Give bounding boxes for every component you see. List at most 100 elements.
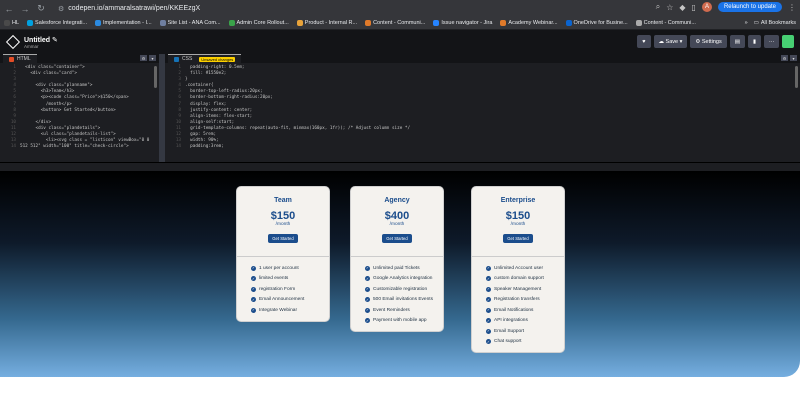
bookmark-item[interactable]: Academy Webinar...	[500, 20, 558, 26]
user-avatar[interactable]	[782, 35, 794, 48]
reload-icon[interactable]: ↻	[36, 3, 46, 14]
folder-icon: ▭	[753, 20, 759, 26]
css-code[interactable]: 1 padding-right: 0.5em; 2 fill: #1550e2; 3…	[165, 63, 800, 150]
bookmark-favicon-icon	[565, 20, 572, 26]
feature-item: ✓ 500 Email invitations Events	[365, 297, 433, 303]
heart-icon: ♥	[642, 38, 646, 45]
bookmark-item[interactable]: Implementation - I...	[95, 20, 152, 26]
tab-css[interactable]: CSS Unsaved changes	[168, 54, 242, 63]
code-text: width: 90%;	[185, 138, 219, 144]
bookmark-item[interactable]: Content - Communi...	[365, 20, 425, 26]
check-circle-icon: ✓	[365, 297, 370, 303]
menu-icon[interactable]: ⋮	[788, 3, 796, 12]
bookmark-favicon-icon	[296, 20, 303, 26]
bookmark-icon: ▮	[752, 38, 756, 45]
feature-list: ✓ Unlimited Account user ✓ custom domain su…	[472, 257, 564, 352]
feature-item: ✓ Speaker Management	[486, 286, 542, 292]
tab-html[interactable]: HTML	[3, 54, 37, 63]
plan-name: Team	[274, 197, 292, 204]
feature-item: ✓ Email Announcement	[251, 297, 305, 303]
layout-button[interactable]: ▤	[729, 35, 745, 48]
check-circle-icon: ✓	[486, 276, 491, 282]
feature-item: ✓ Email Support	[486, 328, 525, 334]
bookmark-favicon-icon	[500, 20, 507, 26]
more-button[interactable]: ⋯	[763, 35, 780, 48]
side-panel-icon[interactable]: ▯	[692, 3, 696, 12]
like-button[interactable]: ♥	[637, 35, 651, 48]
scrollbar[interactable]	[795, 66, 798, 88]
get-started-button[interactable]: Get Started	[382, 234, 412, 243]
more-bookmarks-button[interactable]: »	[745, 20, 748, 26]
feature-item: ✓ Chat support	[486, 339, 522, 345]
check-circle-icon: ✓	[365, 276, 370, 282]
forward-icon[interactable]: →	[20, 4, 30, 14]
bookmark-label: Product - Internal R...	[304, 20, 358, 26]
bookmarks-bar: HL Salesforce Integrati... Implementation …	[0, 17, 800, 30]
code-text: align-self:start;	[185, 119, 235, 125]
bookmark-favicon-icon	[4, 20, 10, 26]
pen-author[interactable]: Ammar	[24, 44, 58, 49]
code-text: <h3>Team</h3>	[20, 89, 75, 95]
extensions-icon[interactable]: ◆	[679, 3, 685, 12]
chevron-down-icon[interactable]: ▾	[790, 55, 797, 61]
editor-settings-icon[interactable]: ⚙	[781, 55, 788, 61]
bookmark-button[interactable]: ▮	[747, 35, 761, 48]
code-line[interactable]: 14 padding:3rem;	[167, 144, 800, 150]
bookmark-label: Content - Communi...	[373, 20, 426, 26]
star-icon[interactable]: ☆	[666, 3, 673, 12]
code-text: grid-template-columns: repeat(auto-fit, …	[185, 125, 411, 131]
bookmark-item[interactable]: OneDrive for Busine...	[565, 20, 628, 26]
code-line[interactable]: 14 512 512" width="100" title="check-circ…	[2, 144, 159, 150]
scrollbar[interactable]	[154, 66, 157, 88]
code-text: <div class="planname">	[20, 83, 93, 89]
bookmark-item[interactable]: HL	[4, 20, 19, 26]
bookmark-item[interactable]: Site List - ANA Com...	[159, 20, 221, 26]
bookmark-item[interactable]: Product - Internal R...	[296, 20, 358, 26]
bookmark-item[interactable]: Issue navigator - Jira	[433, 20, 492, 26]
line-number: 14	[10, 144, 16, 150]
site-info-icon[interactable]: ⚙	[58, 5, 64, 13]
bookmark-item[interactable]: Content - Communi...	[635, 20, 696, 26]
code-text: padding:3rem;	[185, 144, 224, 150]
html-editor[interactable]: HTML ⚙ ▾ 1 <div class="container"> 2 <div …	[0, 54, 165, 162]
preview-pane: Team $150/month Get Started ✓ 1 user per acc…	[0, 171, 800, 377]
code-text: <p><code class="Price">$150</span>	[20, 95, 129, 101]
get-started-button[interactable]: Get Started	[503, 234, 533, 243]
bookmark-label: Implementation - I...	[103, 20, 152, 26]
bookmark-favicon-icon	[27, 20, 34, 26]
address-bar[interactable]: ⚙ codepen.io/ammaralsatrawi/pen/KKEEzgX	[58, 3, 658, 15]
bookmark-label: OneDrive for Busine...	[573, 20, 628, 26]
html-code[interactable]: 1 <div class="container"> 2 <div class="c…	[0, 63, 159, 150]
css-editor[interactable]: CSS Unsaved changes ⚙ ▾ 1 padding-right: 0…	[165, 54, 800, 162]
code-text: </div>	[20, 119, 52, 125]
back-icon[interactable]: ←	[4, 4, 14, 14]
unsaved-badge: Unsaved changes	[199, 56, 236, 62]
save-button[interactable]: ☁ Save ▾	[653, 35, 688, 48]
code-text: .container{	[185, 83, 214, 89]
all-bookmarks-button[interactable]: ▭ All Bookmarks	[754, 20, 796, 26]
zoom-icon[interactable]: ⌕	[656, 2, 660, 12]
feature-item: ✓ Integrate Webinar	[251, 307, 298, 313]
editor-area: HTML ⚙ ▾ 1 <div class="container"> 2 <div …	[0, 54, 800, 162]
editor-settings-icon[interactable]: ⚙	[140, 55, 147, 61]
bookmark-item[interactable]: Admin Core Rollout...	[228, 20, 289, 26]
check-circle-icon: ✓	[486, 307, 491, 313]
edit-icon[interactable]: ✎	[52, 37, 58, 44]
pane-resizer[interactable]	[0, 162, 800, 171]
code-text: align-items: flex-start;	[185, 113, 253, 119]
relaunch-button[interactable]: Relaunch to update	[717, 2, 782, 12]
profile-avatar[interactable]: A	[701, 2, 712, 12]
get-started-button[interactable]: Get Started	[268, 234, 298, 243]
feature-list: ✓ 1 user per account ✓ limited events ✓ regis…	[237, 257, 329, 321]
bookmark-item[interactable]: Salesforce Integrati...	[27, 20, 87, 26]
chevron-down-icon[interactable]: ▾	[149, 55, 156, 61]
pen-title[interactable]: Untitled	[24, 37, 50, 44]
feature-item: ✓ limited events	[251, 276, 289, 282]
bookmark-label: Admin Core Rollout...	[236, 20, 289, 26]
code-text: padding-right: 0.5em;	[185, 65, 245, 70]
cloud-icon: ☁	[658, 38, 665, 45]
bookmark-favicon-icon	[433, 20, 440, 26]
settings-button[interactable]: ⚙ Settings	[690, 35, 727, 48]
codepen-logo[interactable]	[5, 34, 21, 50]
code-text: display: flex;	[185, 101, 227, 107]
